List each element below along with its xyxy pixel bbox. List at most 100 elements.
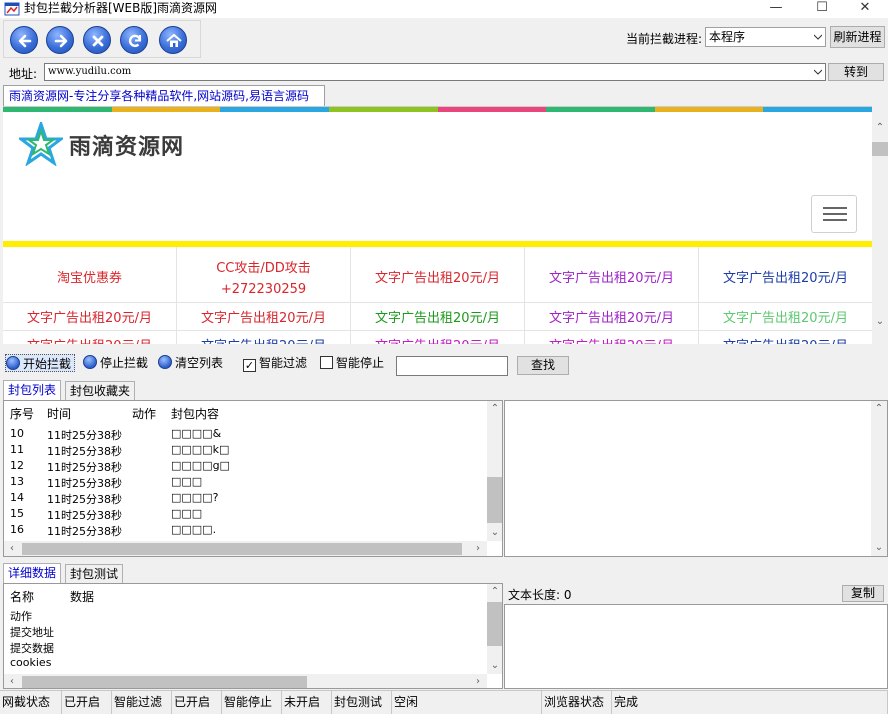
smart-stop-checkbox[interactable]: 智能停止 [320, 354, 384, 372]
list-item[interactable]: 提交地址 [10, 624, 54, 640]
scroll-down-icon[interactable]: ⌄ [487, 658, 502, 674]
ad-link[interactable]: 文字广告出租20元/月 [3, 303, 177, 331]
table-row[interactable]: 16 11时25分38秒 □□□□. [4, 523, 487, 539]
close-button[interactable]: ✕ [842, 0, 888, 18]
menu-toggle-button[interactable] [811, 195, 857, 233]
scroll-up-icon[interactable]: ⌃ [872, 120, 888, 136]
maximize-button[interactable]: ☐ [799, 0, 845, 18]
ad-link[interactable]: 淘宝优惠券 [3, 247, 177, 303]
packet-content-view[interactable]: ⌃ ⌄ [504, 400, 888, 557]
table-cell: □□□□& [171, 427, 222, 440]
address-input[interactable]: www.yudilu.com [44, 63, 826, 81]
web-view[interactable]: 雨滴资源网 淘宝优惠券 CC攻击/DD攻击 +272230259 文字广告出租20元/… [3, 106, 872, 344]
scroll-up-icon[interactable]: ⌃ [871, 401, 887, 417]
scroll-right-icon[interactable]: › [470, 674, 486, 688]
ad-link-text: 文字广告出租20元/月 [375, 271, 500, 286]
column-header-action[interactable]: 动作 [132, 405, 156, 422]
table-row[interactable]: 13 11时25分38秒 □□□ [4, 475, 487, 491]
ad-link[interactable]: 文字广告出租20元/月 [699, 247, 872, 303]
column-header-index[interactable]: 序号 [10, 405, 34, 422]
smart-filter-checkbox[interactable]: ✓ 智能过滤 [243, 354, 307, 372]
ad-link[interactable]: 文字广告出租20元/月 [177, 331, 351, 344]
packet-horizontal-scrollbar[interactable]: ‹ › [4, 541, 487, 556]
refresh-process-button[interactable]: 刷新进程 [830, 26, 885, 48]
search-input[interactable] [396, 356, 508, 376]
status-field: 浏览器状态 [542, 691, 612, 714]
ad-link[interactable]: 文字广告出租20元/月 [177, 303, 351, 331]
table-cell: 11 [10, 443, 24, 456]
ad-link[interactable]: 文字广告出租20元/月 [351, 331, 525, 344]
back-button[interactable] [10, 26, 38, 54]
find-button[interactable]: 查找 [517, 356, 569, 375]
scroll-down-icon[interactable]: ⌄ [871, 540, 887, 556]
start-capture-button[interactable]: 开始拦截 [5, 354, 76, 372]
tab-packet-favorites[interactable]: 封包收藏夹 [65, 381, 136, 401]
web-vertical-scrollbar[interactable]: ⌃ ⌄ [872, 106, 888, 344]
table-row[interactable]: 11 11时25分38秒 □□□□k□ [4, 443, 487, 459]
scroll-thumb[interactable] [22, 543, 462, 555]
minimize-button[interactable]: — [753, 0, 799, 18]
stop-button[interactable] [83, 26, 111, 54]
ad-link[interactable]: 文字广告出租20元/月 [525, 303, 699, 331]
scroll-thumb[interactable] [22, 676, 307, 688]
home-button[interactable] [159, 26, 187, 54]
table-row[interactable]: 15 11时25分38秒 □□□ [4, 507, 487, 523]
ad-link[interactable]: 文字广告出租20元/月 [525, 331, 699, 344]
column-header-name[interactable]: 名称 [10, 588, 34, 605]
color-strip-segment [328, 107, 439, 112]
table-row[interactable]: 14 11时25分38秒 □□□□? [4, 491, 487, 507]
checkbox-checked-icon: ✓ [243, 359, 256, 372]
detail-list[interactable]: 名称 数据 动作 提交地址 提交数据 cookies ⌃ ⌄ ‹ › [3, 583, 503, 689]
refresh-page-button[interactable] [120, 26, 148, 54]
site-logo-text[interactable]: 雨滴资源网 [69, 129, 184, 161]
copy-button[interactable]: 复制 [842, 585, 884, 602]
clear-list-button[interactable]: 清空列表 [158, 354, 223, 372]
scroll-up-icon[interactable]: ⌃ [487, 401, 502, 417]
table-row[interactable]: 10 11时25分38秒 □□□□& [4, 427, 487, 443]
status-field: 封包测试 [332, 691, 392, 714]
detail-vertical-scrollbar[interactable]: ⌃ ⌄ [487, 584, 502, 674]
ad-link[interactable]: 文字广告出租20元/月 [525, 247, 699, 303]
column-header-time[interactable]: 时间 [47, 405, 71, 422]
scroll-right-icon[interactable]: › [470, 541, 486, 556]
scroll-up-icon[interactable]: ⌃ [487, 584, 502, 600]
scroll-down-icon[interactable]: ⌄ [872, 314, 888, 330]
process-select-value: 本程序 [709, 30, 746, 44]
ad-link[interactable]: CC攻击/DD攻击 +272230259 [177, 247, 351, 303]
scroll-thumb[interactable] [487, 477, 502, 523]
ad-link[interactable]: 文字广告出租20元/月 [699, 331, 872, 344]
scroll-left-icon[interactable]: ‹ [4, 541, 20, 556]
ad-link[interactable]: 文字广告出租20元/月 [351, 247, 525, 303]
text-content-area[interactable] [504, 604, 888, 689]
color-strip-segment [654, 107, 765, 112]
status-field: 完成 [612, 691, 888, 714]
list-item[interactable]: 动作 [10, 608, 32, 624]
tab-packet-test[interactable]: 封包测试 [65, 564, 124, 584]
scroll-down-icon[interactable]: ⌄ [487, 525, 502, 541]
color-strip-segment [220, 107, 330, 112]
detail-horizontal-scrollbar[interactable]: ‹ › [4, 674, 487, 688]
process-select[interactable]: 本程序 [705, 27, 826, 47]
ad-link[interactable]: 文字广告出租20元/月 [3, 331, 177, 344]
tab-packet-list[interactable]: 封包列表 [3, 380, 62, 400]
ad-link[interactable]: 文字广告出租20元/月 [699, 303, 872, 331]
table-cell: 11时25分38秒 [47, 477, 122, 490]
column-header-data[interactable]: 数据 [70, 588, 94, 605]
scroll-thumb[interactable] [872, 142, 888, 156]
packet-list[interactable]: 序号 时间 动作 封包内容 10 11时25分38秒 □□□□& 11 11时25分38… [3, 400, 503, 557]
table-row[interactable]: 12 11时25分38秒 □□□□g□ [4, 459, 487, 475]
tab-detail-data[interactable]: 详细数据 [3, 563, 62, 583]
scroll-left-icon[interactable]: ‹ [4, 674, 20, 688]
ad-link[interactable]: 文字广告出租20元/月 [351, 303, 525, 331]
go-button[interactable]: 转到 [828, 63, 884, 81]
browser-tab[interactable]: 雨滴资源网-专注分享各种精品软件,网站源码,易语言源码 [3, 85, 325, 107]
stop-capture-button[interactable]: 停止拦截 [83, 354, 148, 372]
scroll-thumb[interactable] [487, 602, 502, 646]
packet-vertical-scrollbar[interactable]: ⌃ ⌄ [487, 401, 502, 541]
content-vertical-scrollbar[interactable]: ⌃ ⌄ [871, 401, 887, 556]
chevron-down-icon[interactable] [814, 69, 822, 75]
column-header-content[interactable]: 封包内容 [171, 405, 219, 422]
list-item[interactable]: 提交数据 [10, 640, 54, 656]
forward-button[interactable] [46, 26, 74, 54]
list-item[interactable]: cookies [10, 656, 51, 669]
